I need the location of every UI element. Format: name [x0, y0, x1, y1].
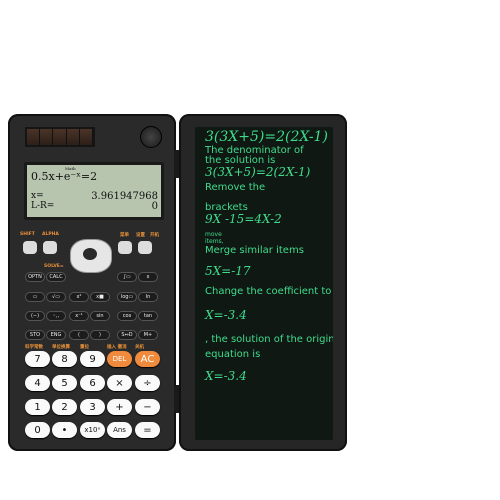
key-3[interactable]: 3 [80, 399, 105, 415]
function-key[interactable]: x [138, 272, 158, 282]
function-key[interactable]: log▭ [117, 292, 137, 302]
scientific-calculator: Math 0.5x+e⁻ˣ=2 x= 3.961947968 L-R= 0 SH… [8, 114, 176, 451]
key-8[interactable]: 8 [52, 351, 77, 367]
setup-key[interactable] [138, 241, 152, 254]
key-label: 插入 撤消 [107, 345, 127, 350]
function-key[interactable]: tan [138, 311, 158, 321]
note-text: , the solution of the original [205, 334, 333, 345]
key-label: 单位换算 [52, 345, 70, 350]
function-key[interactable]: ENG [46, 330, 66, 340]
alpha-key[interactable] [43, 241, 57, 254]
result-value: 3.961947968 [91, 191, 158, 202]
note-text: Merge similar items [205, 245, 304, 256]
key-label: SHIFT [20, 232, 35, 237]
key-6[interactable]: 6 [80, 375, 105, 391]
key-+[interactable]: + [107, 399, 132, 415]
note-text: Remove the [205, 182, 266, 193]
function-key[interactable]: x² [69, 292, 89, 302]
lcd-writing-screen[interactable]: 3(3X+5)=2(2X-1) The denominator of the sol… [195, 127, 333, 440]
function-key[interactable]: x■ [90, 292, 110, 302]
handwritten-equation: 3(3X+5)=2(2X-1) [205, 165, 311, 179]
writing-tablet: 3(3X+5)=2(2X-1) The denominator of the sol… [179, 114, 347, 451]
key-2[interactable]: 2 [52, 399, 77, 415]
key-0[interactable]: 0 [25, 422, 50, 438]
solar-panel [25, 127, 95, 147]
note-text: equation is [205, 349, 261, 360]
key-÷[interactable]: ÷ [135, 375, 160, 391]
function-key[interactable]: ∫▭ [117, 272, 137, 282]
function-key[interactable]: STO [25, 330, 45, 340]
key-9[interactable]: 9 [80, 351, 105, 367]
function-key[interactable]: M+ [138, 330, 158, 340]
function-key[interactable]: S⇔D [117, 330, 137, 340]
key-1[interactable]: 1 [25, 399, 50, 415]
key-label: 开机 [150, 233, 159, 238]
key-7[interactable]: 7 [25, 351, 50, 367]
function-key[interactable]: √▭ [46, 292, 66, 302]
function-key[interactable]: ) [90, 330, 110, 340]
key-DEL[interactable]: DEL [107, 351, 132, 367]
function-key[interactable]: sin [90, 311, 110, 321]
menu-key[interactable] [118, 241, 132, 254]
key-label: ALPHA [42, 232, 59, 237]
key-Ans[interactable]: Ans [107, 422, 132, 438]
handwritten-equation: 9X -15=4X-2 [205, 212, 282, 226]
key-label: 重拉 [80, 345, 89, 350]
function-key[interactable]: (−) [25, 311, 45, 321]
function-key[interactable]: ◦‚‚ [46, 311, 66, 321]
key-label: 关机 [135, 345, 144, 350]
key-label: 科学常数 [25, 345, 43, 350]
result-label: x= [31, 191, 44, 201]
shift-key[interactable] [23, 241, 37, 254]
solve-label: SOLVE= [44, 264, 64, 269]
key-label: 菜单 [120, 233, 129, 238]
key-AC[interactable]: AC [135, 351, 160, 367]
lr-label: L-R= [31, 201, 55, 211]
function-key[interactable]: OPTN [25, 272, 45, 282]
key-4[interactable]: 4 [25, 375, 50, 391]
note-text: Change the coefficient to 1 [205, 286, 333, 297]
function-key[interactable]: ▭ [25, 292, 45, 302]
handwritten-equation: X=-3.4 [205, 308, 247, 322]
handwritten-equation: X=-3.4 [205, 369, 247, 383]
lr-value: 0 [151, 201, 158, 212]
key-=[interactable]: = [135, 422, 160, 438]
key-x10ˣ[interactable]: x10ˣ [80, 422, 105, 438]
handwritten-equation: 5X=-17 [205, 264, 251, 278]
key-5[interactable]: 5 [52, 375, 77, 391]
direction-pad-center [83, 248, 97, 260]
lcd-display: Math 0.5x+e⁻ˣ=2 x= 3.961947968 L-R= 0 [24, 162, 164, 220]
key-×[interactable]: × [107, 375, 132, 391]
handwritten-equation: 3(3X+5)=2(2X-1) [205, 129, 328, 145]
display-expression: 0.5x+e⁻ˣ=2 [31, 170, 98, 183]
function-key[interactable]: ln [138, 292, 158, 302]
function-key[interactable]: ( [69, 330, 89, 340]
power-knob[interactable] [140, 126, 162, 148]
function-key[interactable]: x⁻¹ [69, 311, 89, 321]
key-−[interactable]: − [135, 399, 160, 415]
function-key[interactable]: CALC [46, 272, 66, 282]
function-key[interactable]: cos [117, 311, 137, 321]
key-label: 设置 [136, 233, 145, 238]
key-•[interactable]: • [52, 422, 77, 438]
